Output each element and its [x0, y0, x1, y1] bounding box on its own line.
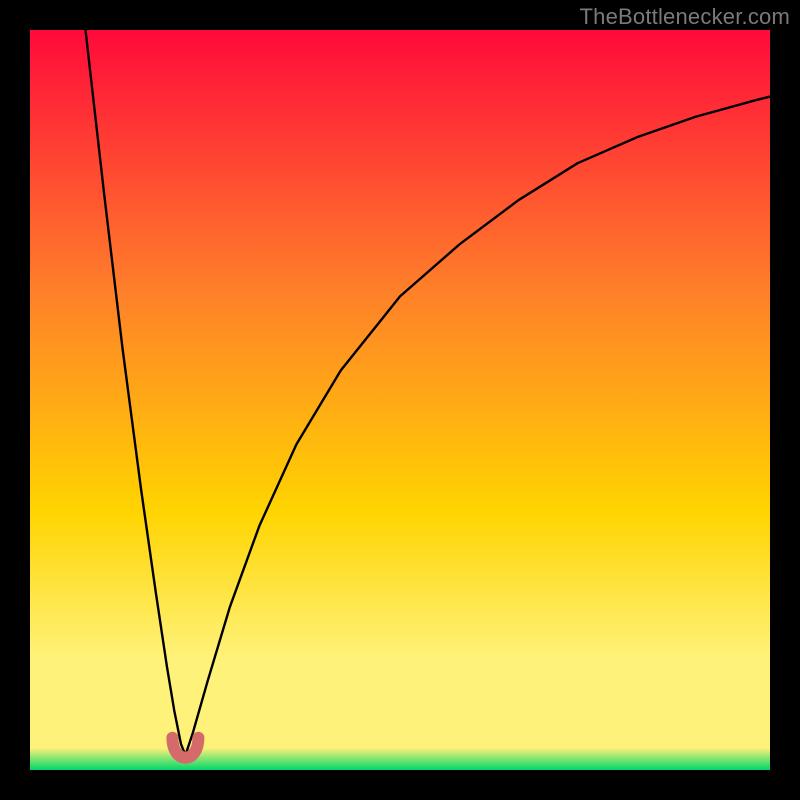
watermark-text: TheBottlenecker.com [580, 4, 790, 30]
chart-plot-area [30, 30, 770, 770]
chart-series-right-branch [185, 97, 770, 756]
chart-series-left-branch [86, 30, 186, 755]
chart-frame: TheBottlenecker.com [0, 0, 800, 800]
chart-curve-layer [30, 30, 770, 770]
chart-cusp-marker [172, 738, 198, 758]
